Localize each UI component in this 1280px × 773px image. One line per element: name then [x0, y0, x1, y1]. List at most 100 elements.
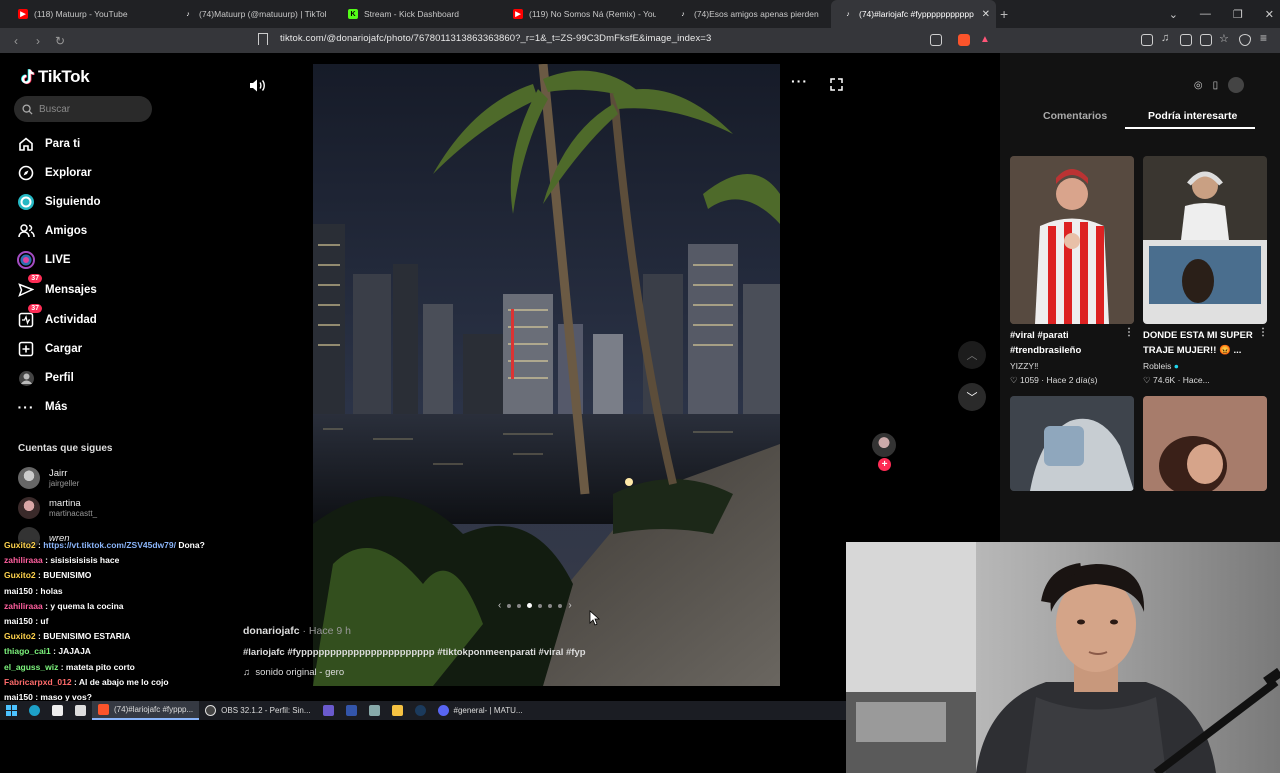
browser-tab[interactable]: K Stream - Kick Dashboard — [336, 0, 501, 28]
chat-message: mai150 : holas — [4, 584, 244, 599]
shield-icon[interactable] — [1239, 34, 1251, 46]
browser-tab[interactable]: ▶ (119) No Somos Ná (Remix) - YouTube — [501, 0, 666, 28]
recommended-video-author[interactable]: YIZZY‼ — [1010, 361, 1038, 371]
recommended-video-title[interactable]: DONDE ESTA MI SUPER TRAJE MUJER!! 😡 ... — [1143, 328, 1263, 358]
tiktok-logo[interactable]: TikTok — [18, 67, 90, 87]
recommended-video-thumbnail[interactable] — [1010, 396, 1134, 491]
chat-text: https://vt.tiktok.com/ZSV45dw79/ — [43, 540, 176, 550]
nav-amigos[interactable]: Amigos — [16, 220, 87, 242]
carousel-dot[interactable] — [517, 603, 522, 608]
brave-shield-icon[interactable] — [958, 34, 970, 46]
tab-podria-interesarte[interactable]: Podría interesarte — [1148, 110, 1237, 122]
creator-avatar[interactable] — [872, 433, 896, 457]
volume-icon[interactable] — [249, 78, 266, 93]
more-options-icon[interactable]: ··· — [791, 73, 808, 89]
rewards-icon[interactable]: ▲ — [980, 34, 992, 46]
nav-explorar[interactable]: Explorar — [16, 162, 92, 184]
app-icon[interactable] — [363, 701, 386, 720]
brave-icon — [98, 704, 109, 715]
close-window-icon[interactable]: ✕ — [1265, 8, 1274, 21]
back-icon[interactable]: ‹ — [10, 34, 22, 48]
carousel-dot[interactable] — [548, 603, 553, 608]
media-controls: ◎ ▯ — [1176, 77, 1262, 93]
nav-actividad[interactable]: 37 Actividad — [16, 304, 97, 331]
browser-tab[interactable]: ♪ (74)Matuurp (@matuuurp) | TikTok — [171, 0, 336, 28]
more-options-icon[interactable]: ⋮ — [1124, 327, 1134, 338]
search-input[interactable] — [39, 103, 139, 115]
maximize-icon[interactable]: ❐ — [1233, 8, 1243, 21]
phone-icon[interactable]: ▯ — [1213, 80, 1219, 91]
new-tab-icon[interactable]: + — [1000, 6, 1008, 22]
recommended-video-thumbnail[interactable] — [1143, 396, 1267, 491]
music-icon[interactable]: ♫ — [1161, 32, 1173, 44]
user-avatar-icon[interactable] — [1228, 77, 1245, 93]
more-options-icon[interactable]: ⋮ — [1258, 327, 1268, 338]
nav-perfil[interactable]: Perfil — [16, 367, 74, 389]
heart-icon: ♡ — [1143, 375, 1151, 385]
follow-plus-icon[interactable]: + — [878, 458, 891, 471]
browser-tab[interactable]: ▶ (118) Matuurp - YouTube — [6, 0, 171, 28]
chevron-down-icon[interactable]: ⌄ — [1169, 8, 1178, 21]
minimize-icon[interactable]: — — [1200, 8, 1211, 20]
close-tab-icon[interactable]: ✕ — [982, 9, 990, 20]
chat-text: holas — [40, 585, 63, 596]
translate-icon[interactable] — [930, 34, 942, 46]
taskbar-item-browser[interactable]: (74)#lariojafc #fyppp... — [92, 701, 200, 720]
carousel-dot[interactable] — [558, 603, 563, 608]
browser-tab[interactable]: ♪ (74)Esos amigos apenas pierden la pa — [666, 0, 831, 28]
taskbar-item-discord[interactable]: #general- | MATU... — [432, 701, 529, 720]
chat-text: BUENISIMO ESTARIA — [43, 631, 131, 642]
star-icon[interactable]: ☆ — [1219, 32, 1231, 45]
extensions-icon[interactable] — [1141, 34, 1153, 46]
wallet-icon[interactable] — [1200, 34, 1212, 46]
post-image[interactable] — [313, 64, 780, 686]
followed-account[interactable]: martina martinacastt_ — [18, 497, 97, 519]
recommended-video-author[interactable]: Robleis ● — [1143, 361, 1179, 371]
chat-username: Guxito2 — [4, 631, 36, 642]
chat-text: mateta pito corto — [65, 661, 135, 672]
bookmark-icon[interactable] — [258, 33, 268, 45]
nav-para-ti[interactable]: Para ti — [16, 133, 80, 155]
nav-siguiendo[interactable]: Siguiendo — [16, 191, 101, 213]
store-icon[interactable] — [46, 701, 69, 720]
recommended-video-thumbnail[interactable] — [1010, 156, 1134, 324]
nav-cargar[interactable]: Cargar — [16, 338, 82, 360]
browser-tab-active[interactable]: ♪ (74)#lariojafc #fyppppppppppp ✕ — [831, 0, 996, 28]
followed-account[interactable]: Jairr jairgeller — [18, 467, 79, 489]
carousel-dot[interactable] — [507, 603, 512, 608]
sidebar-icon[interactable] — [1180, 34, 1192, 46]
nav-mas[interactable]: ··· Más — [16, 396, 68, 418]
tab-comentarios[interactable]: Comentarios — [1043, 110, 1107, 122]
post-author[interactable]: donariojafc · Hace 9 h — [243, 625, 351, 637]
carousel-dot-active[interactable] — [527, 603, 533, 608]
mail-icon[interactable] — [69, 701, 92, 720]
carousel-dot[interactable] — [538, 603, 543, 608]
carousel-prev-icon[interactable]: ‹ — [498, 600, 501, 611]
app-icon[interactable] — [317, 701, 340, 720]
fullscreen-icon[interactable] — [830, 78, 843, 91]
start-icon[interactable] — [0, 701, 23, 720]
recommended-video-thumbnail[interactable] — [1143, 156, 1267, 324]
previous-post-button[interactable]: ︿ — [958, 341, 986, 369]
settings-icon[interactable]: ◎ — [1194, 80, 1203, 91]
carousel-next-icon[interactable]: › — [568, 600, 571, 611]
forward-icon[interactable]: › — [32, 34, 44, 48]
url-field[interactable]: tiktok.com/@donariojafc/photo/7678011313… — [280, 33, 711, 44]
taskbar-item-obs[interactable]: OBS 32.1.2 - Perfil: Sin... — [199, 701, 316, 720]
nav-live[interactable]: LIVE — [16, 249, 71, 271]
post-sound[interactable]: ♫ sonido original - gero — [243, 667, 344, 678]
recommended-video-title[interactable]: #viral #parati #trendbrasileño — [1010, 328, 1130, 358]
edge-icon[interactable] — [23, 701, 46, 720]
profile-icon — [16, 368, 36, 388]
app-icon[interactable] — [340, 701, 363, 720]
search-box[interactable] — [14, 96, 152, 122]
steam-icon[interactable] — [409, 701, 432, 720]
menu-icon[interactable]: ≡ — [1260, 31, 1272, 45]
next-post-button[interactable]: ﹀ — [958, 383, 986, 411]
reload-icon[interactable]: ↻ — [54, 34, 66, 48]
recommended-video-stats: ♡ 74.6K · Hace... — [1143, 375, 1210, 385]
folder-icon[interactable] — [386, 701, 409, 720]
nav-mensajes[interactable]: 37 Mensajes — [16, 274, 97, 301]
youtube-icon: ▶ — [18, 9, 28, 19]
image-carousel-indicator: ‹ › — [498, 600, 572, 611]
